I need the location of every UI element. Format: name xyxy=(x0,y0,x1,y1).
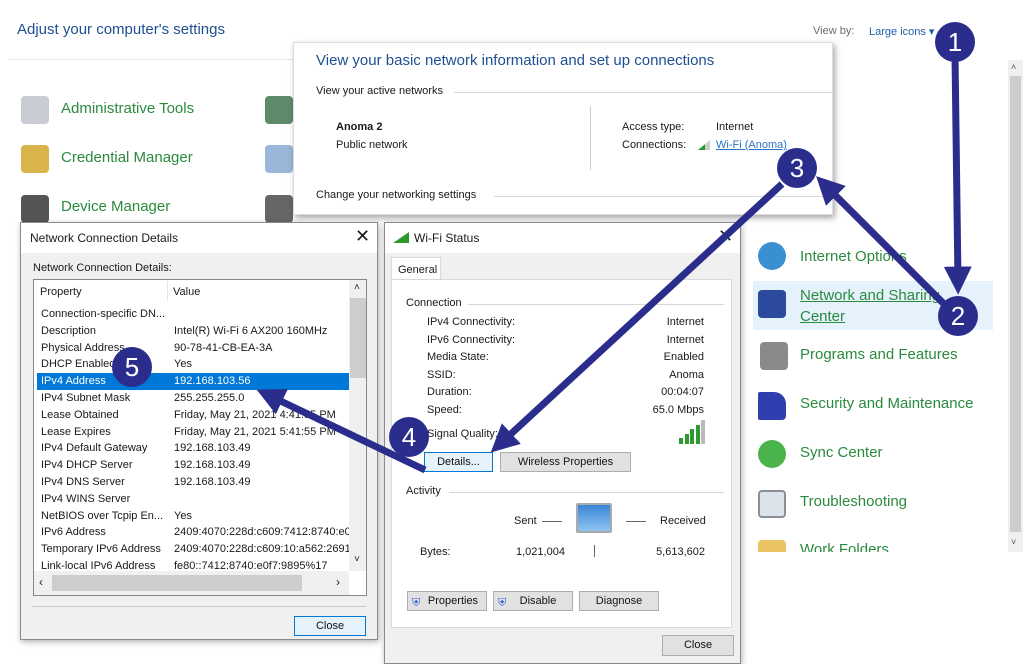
arrow-3-to-4 xyxy=(490,181,785,453)
annotation-5: 5 xyxy=(112,347,152,387)
arrow-2-to-3 xyxy=(816,176,948,308)
annotation-1: 1 xyxy=(935,22,975,62)
annotation-3: 3 xyxy=(777,148,817,188)
annotation-2: 2 xyxy=(938,296,978,336)
annotation-arrows xyxy=(256,54,972,474)
annotation-4: 4 xyxy=(389,417,429,457)
arrow-1-to-2 xyxy=(943,54,972,295)
